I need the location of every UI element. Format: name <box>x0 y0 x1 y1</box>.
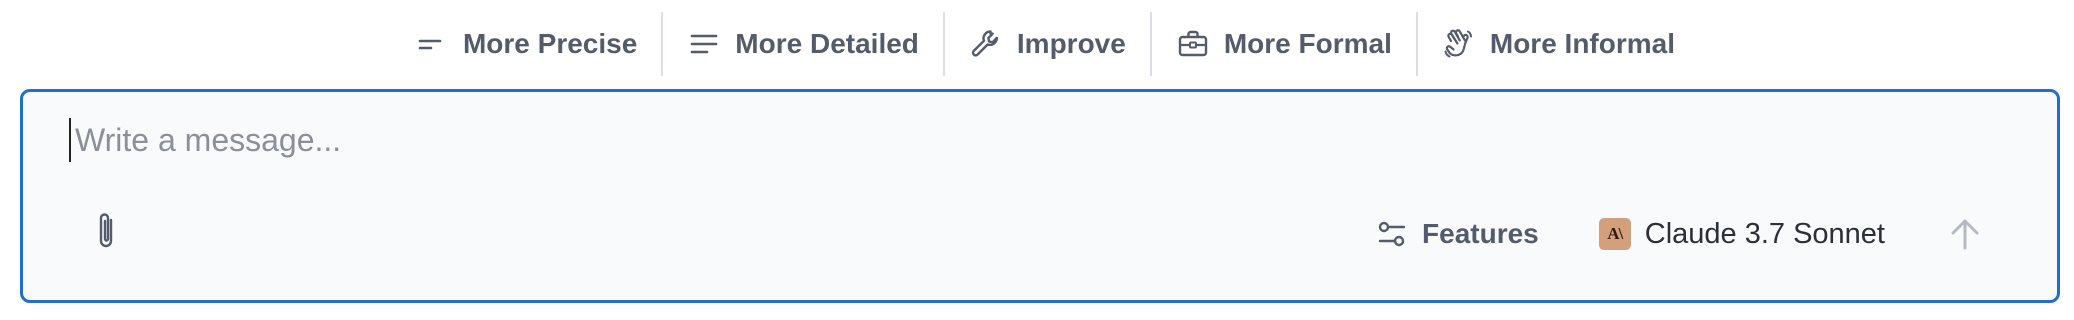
prompt-composer-panel: More Precise More Detailed Improve More … <box>0 0 2074 320</box>
briefcase-icon <box>1176 27 1210 61</box>
waving-hand-icon <box>1442 27 1476 61</box>
message-input[interactable] <box>69 118 1975 162</box>
more-precise-button[interactable]: More Precise <box>391 12 661 76</box>
rewrite-toolbar: More Precise More Detailed Improve More … <box>0 0 2074 88</box>
anthropic-logo-icon: A\ <box>1598 218 1631 250</box>
features-button[interactable]: Features <box>1376 218 1539 250</box>
arrow-up-icon <box>1951 219 1979 250</box>
send-button[interactable] <box>1943 212 1987 256</box>
more-detailed-label: More Detailed <box>735 28 919 59</box>
more-precise-label: More Precise <box>462 28 638 59</box>
message-composer: Features A\ Claude 3.7 Sonnet <box>20 89 2060 303</box>
attach-button[interactable] <box>87 210 127 258</box>
sliders-icon <box>1378 221 1406 247</box>
rewrite-options: More Precise More Detailed Improve More … <box>391 12 1699 76</box>
more-formal-label: More Formal <box>1223 28 1392 59</box>
more-detailed-button[interactable]: More Detailed <box>663 12 943 76</box>
short-lines-icon <box>415 27 449 61</box>
more-informal-label: More Informal <box>1489 28 1676 59</box>
more-formal-button[interactable]: More Formal <box>1152 12 1416 76</box>
improve-button[interactable]: Improve <box>945 12 1150 76</box>
features-label: Features <box>1422 218 1539 249</box>
model-selector[interactable]: A\ Claude 3.7 Sonnet <box>1598 217 1885 251</box>
model-label: Claude 3.7 Sonnet <box>1644 217 1885 250</box>
wrench-icon <box>969 27 1003 61</box>
paperclip-icon <box>92 210 122 259</box>
improve-label: Improve <box>1016 28 1126 59</box>
lines-icon <box>687 27 721 61</box>
composer-actions: Features A\ Claude 3.7 Sonnet <box>1376 206 1987 262</box>
more-informal-button[interactable]: More Informal <box>1418 12 1699 76</box>
